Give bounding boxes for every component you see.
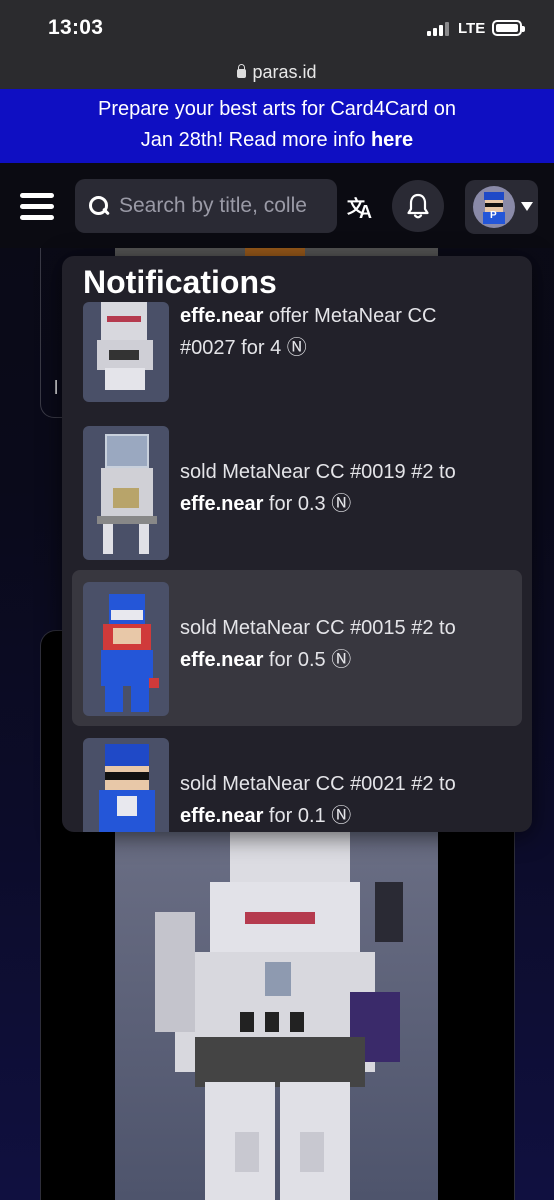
notification-user: effe.near — [180, 305, 264, 327]
notifications-button[interactable] — [392, 180, 444, 232]
banner-here-link[interactable]: here — [371, 129, 413, 151]
artwork-image[interactable] — [115, 832, 438, 1200]
notification-thumbnail — [83, 426, 169, 560]
notifications-dropdown: Notifications effe.near offer MetaNear C… — [62, 256, 532, 832]
notification-item[interactable]: sold MetaNear CC #0015 #2 to effe.near f… — [72, 570, 522, 726]
announcement-banner: Prepare your best arts for Card4Card on … — [0, 89, 554, 163]
search-bar[interactable]: Search by title, colle — [75, 179, 337, 233]
notification-thumbnail — [83, 738, 169, 832]
avatar — [473, 186, 515, 228]
profile-menu-button[interactable] — [465, 180, 538, 234]
search-input[interactable]: Search by title, colle — [119, 194, 307, 218]
background-card-label: l — [54, 378, 59, 399]
notification-connector: to — [433, 617, 456, 639]
notification-connector: to — [433, 773, 456, 795]
menu-icon[interactable] — [20, 193, 54, 221]
notification-item[interactable]: sold MetaNear CC #0019 #2 to effe.near f… — [72, 414, 522, 570]
page: 13:03 LTE paras.id Prepare your best art… — [0, 0, 554, 1200]
notification-text: sold MetaNear CC #0019 #2 to effe.near f… — [180, 456, 510, 520]
signal-icon — [427, 22, 453, 36]
notification-action: sold — [180, 617, 223, 639]
notification-price: for 0.1 Ⓝ — [263, 805, 352, 827]
url-text: paras.id — [252, 62, 317, 82]
status-bar: 13:03 LTE — [0, 0, 554, 56]
notification-thumbnail — [83, 302, 169, 402]
banner-line-2-text: Jan 28th! Read more info — [140, 129, 371, 151]
notification-item-name: MetaNear CC — [314, 305, 437, 327]
clock: 13:03 — [48, 16, 104, 39]
notification-item[interactable]: effe.near offer MetaNear CC #0027 for 4 … — [72, 260, 522, 416]
notification-detail: #0027 for 4 Ⓝ — [180, 337, 307, 359]
notification-text: sold MetaNear CC #0021 #2 to effe.near f… — [180, 768, 510, 832]
translate-glyph-latin: A — [359, 202, 372, 222]
notification-user: effe.near — [180, 649, 264, 671]
notification-item-name: MetaNear CC #0015 #2 — [222, 617, 434, 639]
search-icon — [89, 196, 109, 216]
notification-price: for 0.3 Ⓝ — [263, 493, 352, 515]
notification-action: offer — [263, 305, 315, 327]
notification-thumbnail — [83, 582, 169, 716]
notification-connector: to — [433, 461, 456, 483]
notification-text: sold MetaNear CC #0015 #2 to effe.near f… — [180, 612, 510, 676]
banner-line-1: Prepare your best arts for Card4Card on — [98, 98, 456, 120]
notification-item[interactable]: sold MetaNear CC #0021 #2 to effe.near f… — [72, 726, 522, 832]
banner-line-2: Jan 28th! Read more info here — [0, 125, 554, 156]
address-bar[interactable]: paras.id — [0, 56, 554, 89]
battery-icon — [492, 20, 525, 36]
notification-action: sold — [180, 773, 223, 795]
notification-item-name: MetaNear CC #0021 #2 — [222, 773, 434, 795]
notification-item-name: MetaNear CC #0019 #2 — [222, 461, 434, 483]
network-label: LTE — [458, 20, 486, 37]
notification-price: for 0.5 Ⓝ — [263, 649, 352, 671]
lock-icon — [237, 64, 247, 78]
notification-text: effe.near offer MetaNear CC #0027 for 4 … — [180, 300, 510, 364]
notification-user: effe.near — [180, 805, 264, 827]
notification-user: effe.near — [180, 493, 264, 515]
notification-action: sold — [180, 461, 223, 483]
translate-icon[interactable]: 文 A — [347, 193, 375, 222]
chevron-down-icon — [521, 202, 533, 211]
bell-icon — [407, 193, 429, 219]
